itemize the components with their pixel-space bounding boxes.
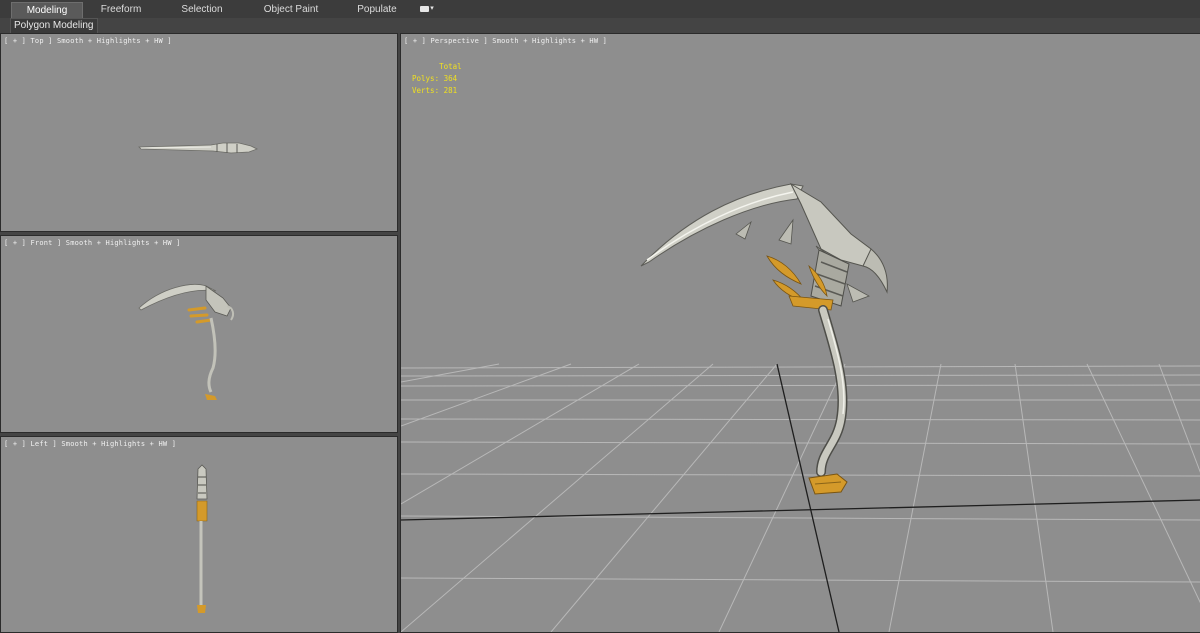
- viewport-left[interactable]: [ + ] Left ] Smooth + Highlights + HW ]: [0, 436, 398, 633]
- viewport-perspective[interactable]: [ + ] Perspective ] Smooth + Highlights …: [400, 33, 1200, 633]
- tab-selection[interactable]: Selection: [166, 2, 238, 17]
- scythe-model-front: [138, 284, 235, 400]
- polygon-modeling-panel[interactable]: Polygon Modeling: [10, 18, 98, 34]
- tab-freeform[interactable]: Freeform: [86, 2, 156, 17]
- ribbon-panel-bar: Polygon Modeling: [0, 18, 1200, 34]
- scythe-model-top: [138, 142, 258, 154]
- ribbon-options-icon[interactable]: ▾: [419, 4, 435, 14]
- tab-object-paint[interactable]: Object Paint: [254, 2, 328, 17]
- ribbon-tabs: Modeling Freeform Selection Object Paint…: [0, 0, 1200, 19]
- viewport-front[interactable]: [ + ] Front ] Smooth + Highlights + HW ]: [0, 235, 398, 433]
- scythe-model-perspective: [640, 182, 888, 495]
- scythe-model-left: [196, 464, 208, 613]
- tab-modeling[interactable]: Modeling: [11, 2, 83, 18]
- viewport-top[interactable]: [ + ] Top ] Smooth + Highlights + HW ]: [0, 33, 398, 232]
- tab-populate[interactable]: Populate: [345, 2, 409, 17]
